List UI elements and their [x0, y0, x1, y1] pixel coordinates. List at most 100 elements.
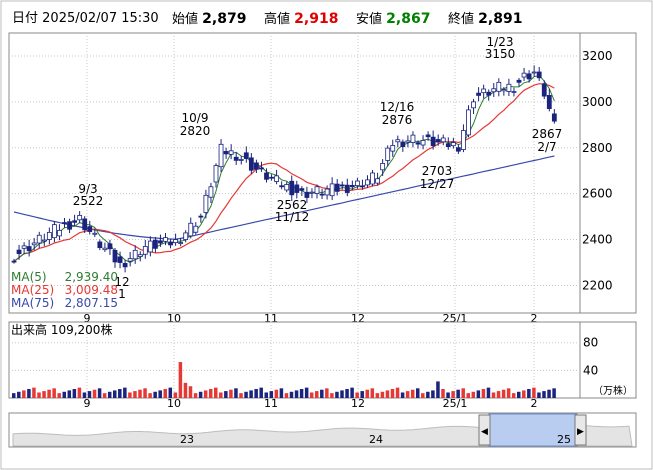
candle-body: [541, 83, 547, 97]
volume-x-tick-label: 10: [167, 397, 181, 410]
candle-body: [107, 243, 113, 250]
annotation-label: 2820: [180, 124, 211, 138]
volume-bar: [421, 393, 425, 398]
volume-bar: [537, 392, 541, 398]
navigator-year-label: 25: [557, 433, 571, 446]
candle-body: [536, 71, 542, 79]
volume-tick-label: 40: [583, 363, 598, 377]
candle-body: [486, 91, 492, 96]
annotation-label: 3150: [485, 47, 516, 61]
chart-canvas: 2200240026002800300032009 10 11 12 25/1 29/32…: [0, 0, 653, 470]
navigator-year-label: 23: [180, 433, 194, 446]
candle-body: [435, 139, 441, 143]
navigator-right-handle[interactable]: ▶: [574, 414, 587, 446]
candle-body: [152, 239, 158, 249]
volume-bar: [345, 389, 349, 398]
candle-body: [36, 234, 42, 244]
volume-bar: [133, 391, 137, 398]
candle-body: [319, 193, 325, 196]
candle-body: [183, 232, 189, 240]
volume-bar: [27, 389, 31, 398]
candle-body: [521, 72, 527, 78]
ma-legend-value: 2,939.40: [65, 270, 118, 284]
volume-x-tick-label: 9: [84, 397, 91, 410]
candle-body: [344, 184, 350, 193]
ma-legend-name: MA(5): [11, 270, 47, 284]
volume-bar: [426, 391, 430, 398]
volume-bar: [57, 393, 61, 398]
volume-bar: [97, 388, 102, 398]
volume-bar: [42, 391, 46, 398]
price-tick-label: 2600: [582, 187, 613, 201]
volume-bar: [284, 393, 289, 398]
price-tick-label: 2400: [582, 233, 613, 247]
volume-bar: [244, 391, 248, 398]
candle-body: [415, 142, 421, 145]
volume-bar: [17, 391, 21, 398]
volume-bar: [22, 390, 26, 398]
volume-bar: [309, 392, 314, 398]
candle-body: [16, 249, 22, 255]
volume-bar: [486, 387, 491, 398]
volume-bar: [350, 387, 354, 398]
volume-bar: [219, 392, 223, 398]
price-axis-frame: [579, 32, 637, 314]
annotation-label: 2/7: [537, 140, 556, 154]
volume-bar: [441, 389, 445, 398]
annotation-label: 10/9: [182, 111, 209, 125]
candle-body: [309, 191, 315, 194]
navigator-left-handle[interactable]: ◀: [478, 414, 491, 446]
candle-body: [546, 95, 552, 110]
volume-bar: [501, 389, 506, 398]
candle-body: [461, 130, 466, 150]
annotation-label: 2876: [382, 113, 413, 127]
volume-bar: [294, 390, 299, 398]
candle-body: [137, 254, 143, 257]
candle-body: [360, 185, 365, 188]
candle-body: [450, 142, 456, 147]
stock-chart-widget: 日付 2025/02/07 15:30 始値 2,879 高値 2,918 安値…: [0, 0, 653, 470]
volume-bar: [208, 389, 213, 398]
candle-body: [223, 151, 229, 155]
volume-bar: [203, 390, 208, 398]
candle-body: [420, 140, 426, 146]
volume-bar: [517, 391, 521, 398]
volume-bar: [405, 391, 410, 398]
volume-bar: [416, 388, 420, 398]
candle-body: [11, 260, 17, 263]
candle-body: [284, 184, 290, 191]
candle-body: [314, 186, 320, 194]
candle-body: [193, 225, 199, 233]
candle-body: [233, 156, 239, 161]
volume-bar: [390, 389, 395, 398]
price-tick-label: 3000: [582, 95, 613, 109]
volume-bar: [527, 389, 531, 398]
volume-bar: [320, 389, 324, 398]
volume-bar: [254, 389, 258, 398]
candle-body: [304, 191, 310, 198]
volume-bar: [380, 391, 385, 398]
volume-bar: [264, 392, 268, 398]
annotation-label: 12/16: [380, 100, 415, 114]
candle-body: [455, 147, 461, 152]
candle-body: [127, 258, 133, 262]
annotation-label: 12/27: [420, 177, 455, 191]
volume-bar: [82, 392, 87, 398]
annotation-label: 2703: [422, 164, 453, 178]
volume-bar: [325, 388, 329, 398]
candle-body: [324, 188, 330, 196]
volume-bar: [542, 391, 546, 398]
candle-body: [168, 241, 173, 246]
right-arrow-icon: ▶: [577, 427, 584, 437]
candle-body: [445, 143, 451, 148]
candle-body: [67, 221, 72, 230]
candle-body: [82, 218, 88, 231]
candle-body: [26, 246, 32, 252]
volume-bar: [456, 389, 460, 398]
volume-bar: [193, 393, 198, 398]
candle-body: [147, 240, 153, 253]
candle-body: [491, 88, 497, 93]
volume-bar: [153, 391, 157, 398]
candle-body: [213, 165, 219, 183]
volume-bar: [547, 389, 551, 398]
